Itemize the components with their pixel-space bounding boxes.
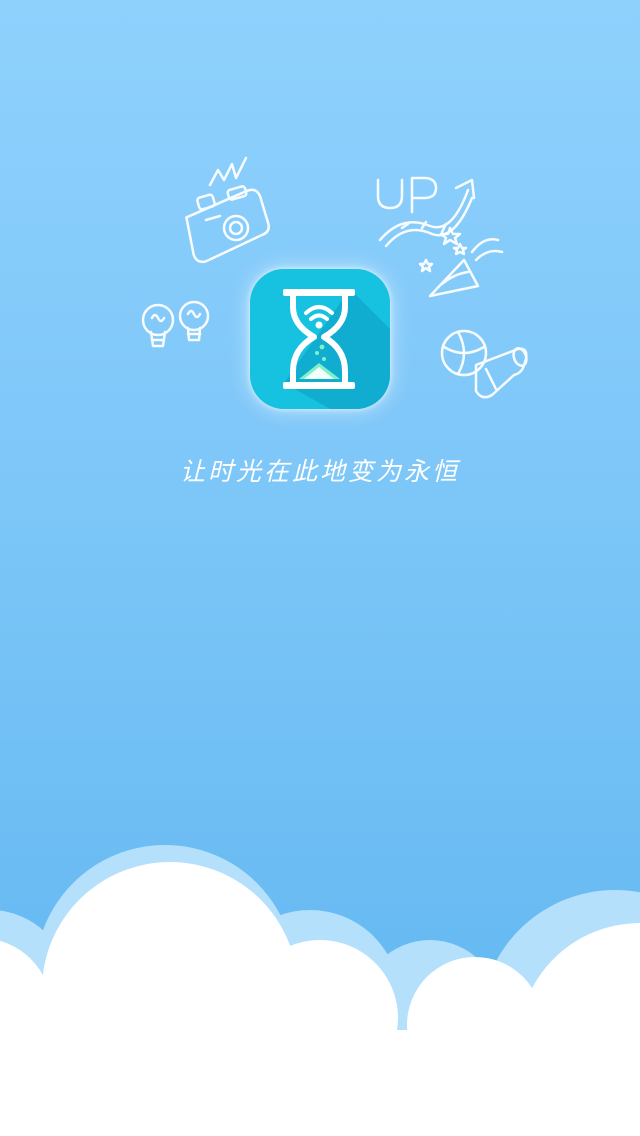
hourglass-wifi-icon	[250, 269, 390, 409]
camera-doodle-icon	[185, 156, 270, 264]
ball-and-scroll-doodle-icon	[440, 329, 528, 399]
lightbulb-doodle-icon	[141, 300, 210, 348]
clouds-decoration	[0, 845, 640, 1136]
app-icon	[250, 269, 390, 409]
tagline: 让时光在此地变为永恒	[179, 457, 460, 486]
party-horn-doodle-icon	[418, 226, 504, 298]
splash-screen: { "splash": { "tagline": "让时光在此地变为永恒", "…	[0, 0, 640, 1136]
